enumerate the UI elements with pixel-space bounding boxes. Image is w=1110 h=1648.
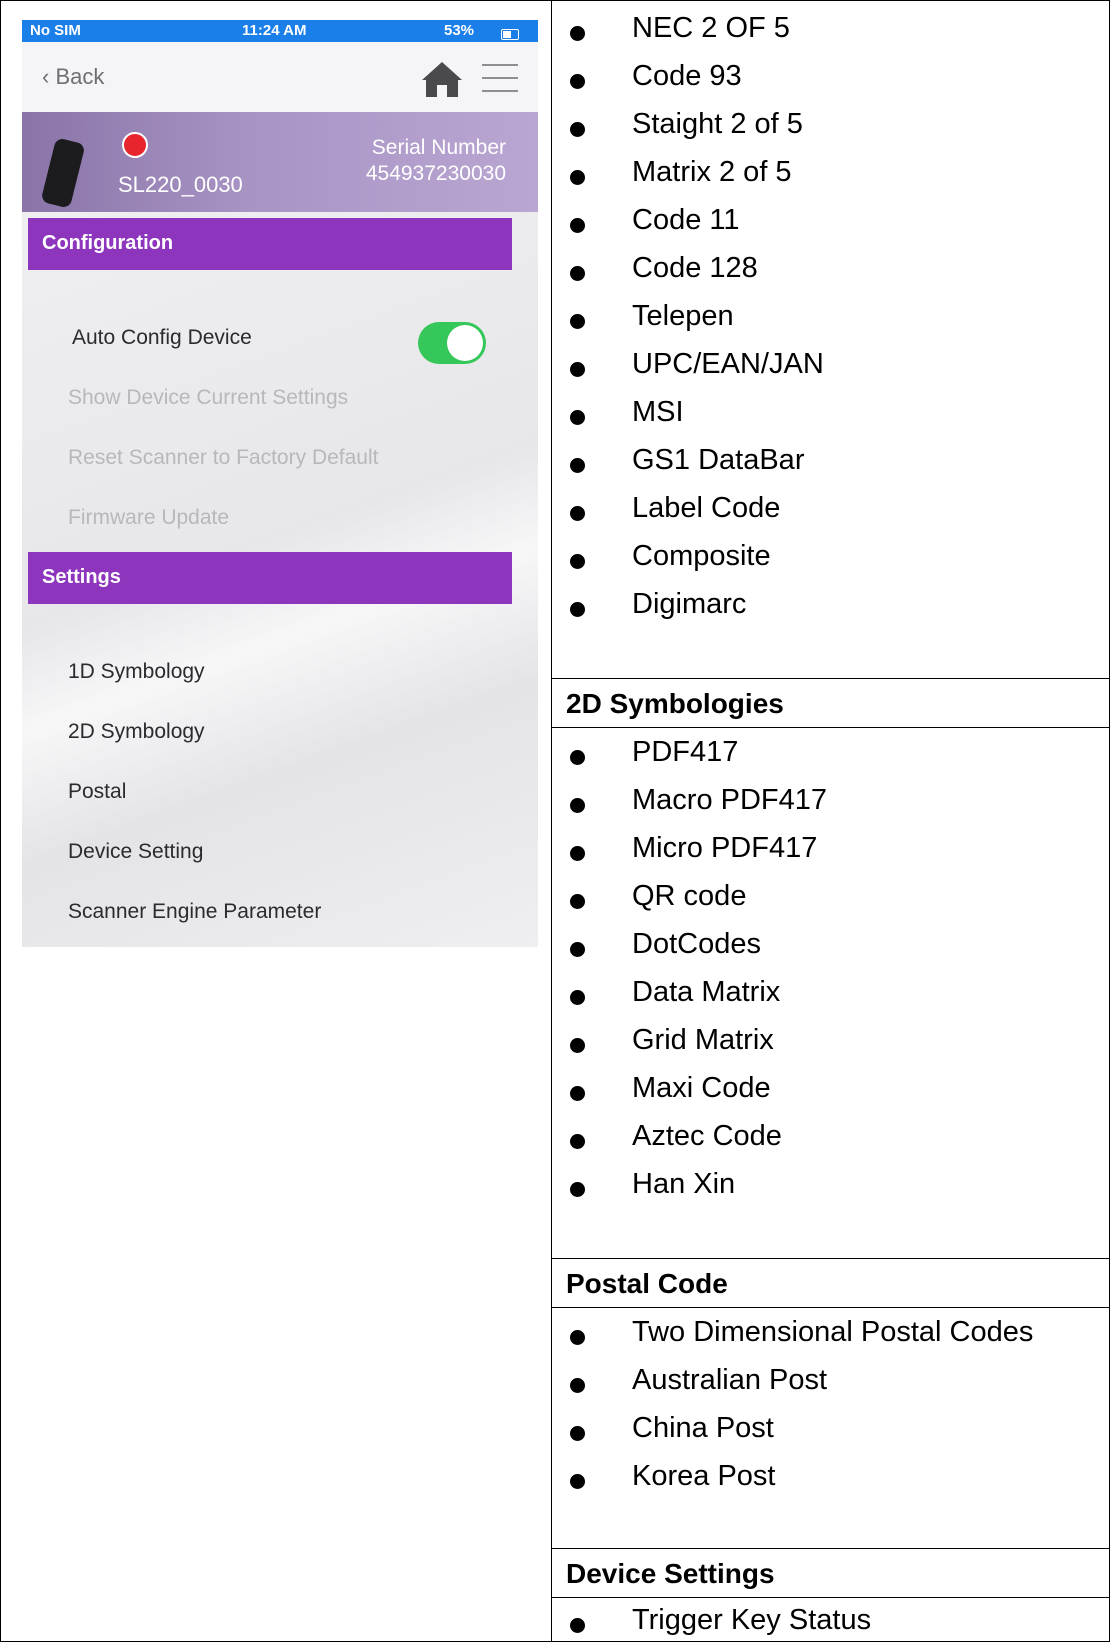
connection-status-dot bbox=[122, 132, 148, 158]
device-settings-title: Device Settings bbox=[566, 1558, 775, 1589]
section-divider bbox=[552, 1307, 1110, 1308]
show-settings-item[interactable]: Show Device Current Settings bbox=[68, 386, 348, 410]
back-label: Back bbox=[55, 64, 105, 89]
battery-icon bbox=[498, 25, 519, 42]
section-divider bbox=[552, 1548, 1110, 1549]
device-banner: SL220_0030 Serial Number 454937230030 bbox=[22, 112, 538, 212]
settings-item-1d-symbology[interactable]: 1D Symbology bbox=[68, 660, 205, 684]
clock: 11:24 AM bbox=[242, 22, 307, 39]
section-divider bbox=[552, 678, 1110, 679]
postal-title: Postal Code bbox=[566, 1268, 728, 1299]
toggle-knob bbox=[447, 325, 483, 361]
settings-item-device-setting[interactable]: Device Setting bbox=[68, 840, 203, 864]
back-button[interactable]: ‹ Back bbox=[42, 64, 104, 90]
hamburger-menu-icon[interactable] bbox=[480, 60, 520, 96]
section-divider bbox=[552, 727, 1110, 728]
settings-item-2d-symbology[interactable]: 2D Symbology bbox=[68, 720, 205, 744]
status-bar: No SIM 11:24 AM 53% bbox=[22, 20, 538, 42]
section-divider bbox=[552, 1597, 1110, 1598]
home-icon[interactable] bbox=[420, 60, 464, 98]
carrier-label: No SIM bbox=[30, 22, 81, 39]
section-divider bbox=[552, 1258, 1110, 1259]
device-name: SL220_0030 bbox=[118, 172, 243, 197]
configuration-header: Configuration bbox=[28, 218, 512, 270]
settings-item-postal[interactable]: Postal bbox=[68, 780, 126, 804]
scanner-device-image bbox=[40, 137, 86, 209]
two-d-title: 2D Symbologies bbox=[566, 688, 784, 719]
battery-percent: 53% bbox=[444, 22, 475, 39]
app-screenshot: No SIM 11:24 AM 53% ‹ Back SL220_0030 Se… bbox=[22, 20, 538, 947]
auto-config-toggle[interactable] bbox=[418, 322, 486, 364]
symbology-list: NEC 2 OF 5 Code 93 Staight 2 of 5 Matrix… bbox=[552, 0, 1110, 1642]
serial-number-label: Serial Number bbox=[371, 136, 506, 159]
firmware-update-item[interactable]: Firmware Update bbox=[68, 506, 229, 530]
serial-number-value: 454937230030 bbox=[365, 162, 506, 185]
chevron-left-icon: ‹ bbox=[42, 64, 50, 89]
settings-item-engine-parameter[interactable]: Scanner Engine Parameter bbox=[68, 900, 321, 924]
auto-config-label: Auto Config Device bbox=[72, 326, 252, 349]
reset-factory-item[interactable]: Reset Scanner to Factory Default bbox=[68, 446, 378, 470]
nav-bar: ‹ Back bbox=[22, 42, 538, 112]
settings-header: Settings bbox=[28, 552, 512, 604]
